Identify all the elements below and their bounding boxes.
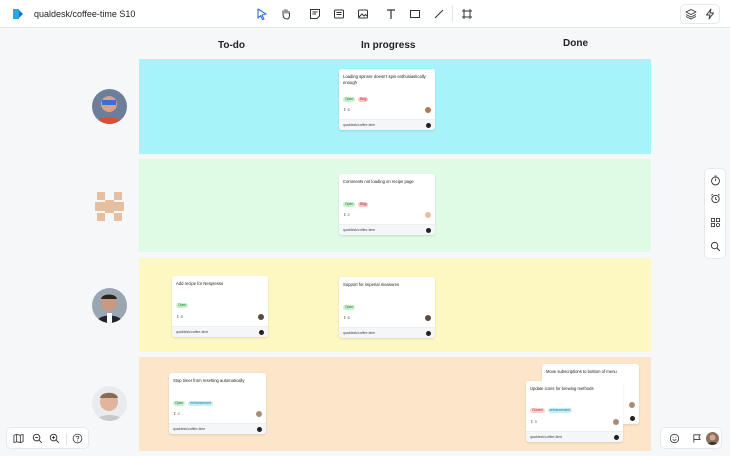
card-tags: Open — [176, 303, 189, 308]
status-badge: Closed — [530, 408, 545, 413]
assignee-avatar-4[interactable] — [92, 386, 127, 421]
github-icon[interactable] — [426, 330, 431, 336]
card-footer: qualdesk/coffee-time — [339, 327, 435, 338]
label-badge: enhancement — [188, 401, 213, 406]
card-points: ⇕ 6 — [343, 107, 350, 112]
top-toolbar: qualdesk/coffee-time S10 — [0, 0, 730, 28]
github-icon[interactable] — [259, 329, 264, 335]
rectangle-icon[interactable] — [407, 6, 423, 22]
label-badge: Bug — [358, 97, 369, 102]
card-repo: qualdesk/coffee-time — [343, 331, 376, 335]
zoom-out-icon[interactable] — [32, 433, 43, 444]
toolbar-right-group — [680, 4, 720, 24]
card-icon[interactable] — [331, 6, 347, 22]
assignee-avatar-3[interactable] — [92, 288, 127, 323]
zoom-in-icon[interactable] — [49, 433, 60, 444]
select-icon[interactable] — [254, 6, 270, 22]
card-points: ⇕ 6 — [343, 315, 350, 320]
controls-divider — [66, 433, 67, 445]
layers-icon[interactable] — [683, 6, 699, 22]
card-points: ⇕ 2 — [173, 411, 180, 416]
github-icon[interactable] — [426, 227, 431, 233]
presence-controls — [660, 427, 722, 449]
status-badge: Open — [173, 401, 186, 406]
lightning-icon[interactable] — [702, 6, 718, 22]
apps-icon[interactable] — [710, 217, 721, 228]
sticky-note-icon[interactable] — [307, 6, 323, 22]
issue-card[interactable]: Stop timer from resetting automatically … — [169, 373, 266, 434]
card-title: Move subscriptions to bottom of menu — [546, 369, 617, 374]
card-title: Comments not loading on recipe page — [343, 179, 414, 184]
issue-card[interactable]: Support for imperial measures Open ⇕ 6 q… — [339, 277, 435, 338]
text-icon[interactable] — [383, 6, 399, 22]
card-points: ⇕ 8 — [176, 314, 183, 319]
board-title[interactable]: qualdesk/coffee-time S10 — [34, 9, 135, 19]
card-repo: qualdesk/coffee-time — [343, 123, 376, 127]
card-points: ⇕ 3 — [530, 419, 537, 424]
issue-card[interactable]: Update icons for brewing methods Closed … — [526, 381, 623, 442]
card-repo: qualdesk/coffee-time — [343, 228, 376, 232]
card-assignee-avatar[interactable] — [613, 419, 619, 425]
search-icon[interactable] — [710, 241, 721, 252]
alarm-icon[interactable] — [710, 193, 721, 204]
card-assignee-avatar[interactable] — [425, 315, 431, 321]
card-tags: Open Bug — [343, 202, 369, 207]
card-title: Loading spinner doesn't spin enthusiasti… — [343, 74, 426, 85]
card-repo: qualdesk/coffee-time — [530, 435, 563, 439]
status-badge: Open — [343, 202, 356, 207]
zoom-controls — [6, 427, 89, 449]
card-repo: qualdesk/coffee-time — [173, 427, 206, 431]
label-badge: enhancement — [547, 408, 573, 413]
github-icon[interactable] — [630, 416, 635, 421]
card-footer: qualdesk/coffee-time — [526, 431, 623, 442]
app-logo-icon[interactable] — [12, 8, 24, 20]
hand-icon[interactable] — [278, 6, 294, 22]
user-avatar[interactable] — [706, 432, 719, 445]
column-header-todo: To-do — [218, 40, 246, 51]
issue-card[interactable]: Add recipe for Nespresso Open ⇕ 8 qualde… — [172, 276, 268, 337]
card-footer: qualdesk/coffee-time — [339, 224, 435, 235]
help-icon[interactable] — [72, 433, 83, 444]
issue-card[interactable]: Comments not loading on recipe page Open… — [339, 174, 435, 235]
image-icon[interactable] — [355, 6, 371, 22]
card-title: Support for imperial measures — [343, 282, 400, 287]
right-sidebar — [704, 168, 726, 259]
line-icon[interactable] — [431, 6, 447, 22]
card-title: Stop timer from resetting automatically — [173, 378, 245, 383]
github-icon[interactable] — [257, 426, 262, 432]
issue-card[interactable]: Loading spinner doesn't spin enthusiasti… — [339, 69, 435, 130]
timer-icon[interactable] — [710, 175, 721, 186]
status-badge: Open — [343, 305, 356, 310]
card-assignee-avatar[interactable] — [629, 402, 635, 408]
card-tags: Open enhancement — [173, 401, 213, 406]
card-assignee-avatar[interactable] — [425, 212, 431, 218]
label-badge: Bug — [358, 202, 369, 207]
card-title: Update icons for brewing methods — [530, 386, 594, 391]
status-badge: Open — [176, 303, 189, 308]
card-footer: qualdesk/coffee-time — [172, 326, 268, 337]
github-icon[interactable] — [426, 122, 431, 128]
assignee-avatar-1[interactable] — [92, 89, 127, 124]
status-badge: Open — [343, 97, 356, 102]
card-assignee-avatar[interactable] — [258, 314, 264, 320]
card-title: Add recipe for Nespresso — [176, 281, 224, 286]
card-assignee-avatar[interactable] — [256, 411, 262, 417]
card-assignee-avatar[interactable] — [425, 107, 431, 113]
frame-icon[interactable] — [459, 6, 475, 22]
card-points: ⇕ 2 — [343, 212, 350, 217]
card-tags: Open — [343, 305, 356, 310]
column-header-done: Done — [563, 38, 588, 49]
emoji-icon[interactable] — [669, 433, 680, 444]
map-icon[interactable] — [13, 433, 24, 444]
card-footer: qualdesk/coffee-time — [339, 119, 435, 130]
toolbar-divider — [452, 6, 453, 22]
card-repo: qualdesk/coffee-time — [176, 330, 209, 334]
column-header-in-progress: In progress — [361, 40, 416, 51]
card-tags: Closed enhancement — [530, 408, 573, 413]
assignee-avatar-2[interactable] — [92, 189, 127, 224]
github-icon[interactable] — [614, 434, 619, 440]
present-icon[interactable] — [692, 433, 703, 444]
card-footer: qualdesk/coffee-time — [169, 423, 266, 434]
card-tags: Open Bug — [343, 97, 369, 102]
